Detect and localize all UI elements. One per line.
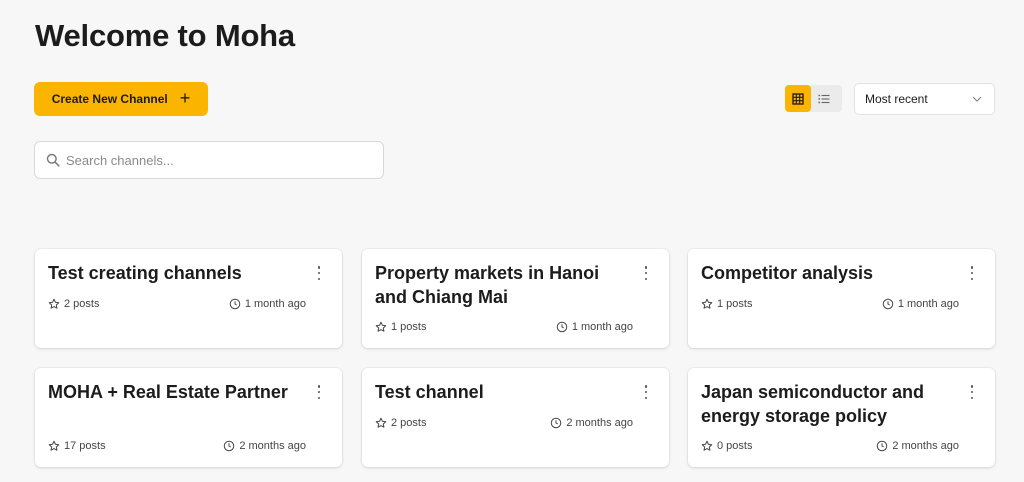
create-channel-button[interactable]: Create New Channel + bbox=[34, 82, 208, 116]
post-count: 2 posts bbox=[64, 298, 100, 310]
create-channel-label: Create New Channel bbox=[51, 92, 168, 106]
channel-title: Japan semiconductor and energy storage p… bbox=[701, 382, 925, 426]
clock-icon bbox=[556, 321, 568, 333]
plus-icon: + bbox=[179, 88, 191, 108]
more-options-icon[interactable] bbox=[643, 385, 649, 399]
clock-icon bbox=[224, 440, 235, 452]
channel-card[interactable]: Property markets in Hanoi and Chiang Mai… bbox=[362, 249, 669, 348]
more-options-icon[interactable] bbox=[969, 266, 975, 280]
more-options-icon[interactable] bbox=[643, 266, 649, 280]
channel-card[interactable]: Test creating channels 2 posts 1 month a… bbox=[35, 249, 342, 348]
channel-meta: 1 posts 1 month ago bbox=[375, 321, 633, 333]
more-options-icon[interactable] bbox=[969, 385, 975, 399]
star-icon bbox=[701, 298, 713, 309]
updated-time: 1 month ago bbox=[571, 321, 633, 333]
star-icon bbox=[701, 440, 713, 451]
view-mode-toggle bbox=[785, 85, 842, 112]
search-icon bbox=[46, 153, 60, 167]
search-box bbox=[34, 141, 384, 179]
sort-dropdown[interactable]: Most recent bbox=[854, 83, 995, 115]
post-count: 1 posts bbox=[391, 321, 427, 333]
channel-meta: 1 posts 1 month ago bbox=[701, 298, 959, 310]
channel-title: Competitor analysis bbox=[701, 263, 874, 283]
clock-icon bbox=[229, 298, 241, 310]
channel-card[interactable]: MOHA + Real Estate Partner 17 posts 2 mo… bbox=[35, 368, 342, 467]
channel-title: Property markets in Hanoi and Chiang Mai bbox=[375, 263, 600, 307]
updated-time: 2 months ago bbox=[892, 440, 959, 452]
grid-icon bbox=[792, 92, 804, 105]
star-icon bbox=[375, 417, 387, 428]
search-input[interactable] bbox=[66, 152, 356, 168]
updated-time: 1 month ago bbox=[897, 298, 959, 310]
post-count: 0 posts bbox=[717, 440, 753, 452]
channel-meta: 17 posts 2 months ago bbox=[48, 440, 306, 452]
post-count: 17 posts bbox=[64, 440, 106, 452]
channel-title: Test creating channels bbox=[48, 263, 242, 283]
post-count: 2 posts bbox=[391, 417, 427, 429]
list-view-button[interactable] bbox=[811, 85, 837, 112]
channels-page: Welcome to Moha Create New Channel + Mos… bbox=[0, 0, 1024, 482]
clock-icon bbox=[551, 417, 562, 429]
updated-time: 2 months ago bbox=[239, 440, 306, 452]
page-title: Welcome to Moha bbox=[35, 18, 295, 53]
star-icon bbox=[48, 298, 60, 309]
channel-title: MOHA + Real Estate Partner bbox=[48, 382, 288, 402]
grid-view-button[interactable] bbox=[785, 85, 811, 112]
channel-meta: 2 posts 2 months ago bbox=[375, 417, 633, 429]
sort-selected-label: Most recent bbox=[865, 92, 928, 106]
channel-title: Test channel bbox=[375, 382, 484, 402]
list-icon bbox=[818, 94, 830, 103]
more-options-icon[interactable] bbox=[316, 266, 322, 280]
star-icon bbox=[48, 440, 60, 451]
star-icon bbox=[375, 321, 387, 332]
updated-time: 2 months ago bbox=[566, 417, 633, 429]
updated-time: 1 month ago bbox=[244, 298, 306, 310]
clock-icon bbox=[882, 298, 894, 310]
more-options-icon[interactable] bbox=[316, 385, 322, 399]
channel-card[interactable]: Japan semiconductor and energy storage p… bbox=[688, 368, 995, 467]
channel-meta: 2 posts 1 month ago bbox=[48, 298, 306, 310]
channel-card[interactable]: Competitor analysis 1 posts 1 month ago bbox=[688, 249, 995, 348]
post-count: 1 posts bbox=[717, 298, 753, 310]
channel-card[interactable]: Test channel 2 posts 2 months ago bbox=[362, 368, 669, 467]
channel-meta: 0 posts 2 months ago bbox=[701, 440, 959, 452]
clock-icon bbox=[877, 440, 888, 452]
chevron-down-icon bbox=[972, 96, 982, 102]
